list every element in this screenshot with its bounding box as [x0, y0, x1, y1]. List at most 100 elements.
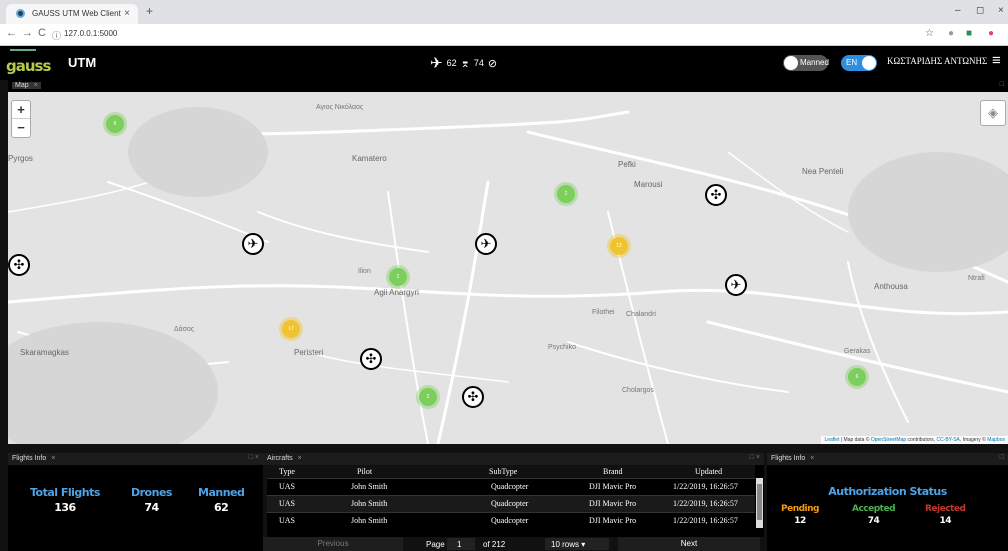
next-button[interactable]: Next — [618, 537, 760, 551]
cell-updated: 1/22/2019, 16:26:57 — [655, 511, 755, 529]
flight-cluster[interactable]: 17 — [282, 320, 300, 338]
layers-icon[interactable]: ◈ — [980, 100, 1006, 126]
table-scrollbar[interactable] — [756, 478, 763, 528]
cc-link[interactable]: CC-BY-SA — [936, 437, 959, 443]
back-icon[interactable]: ← — [6, 27, 17, 39]
user-name[interactable]: ΚΩΣΤΑΡΙΔΗΣ ΑΝΤΩΝΗΣ — [887, 56, 987, 66]
zoom-out-button[interactable]: − — [12, 119, 30, 137]
manned-label: Manned — [198, 486, 245, 499]
browser-tab-title: GAUSS UTM Web Client — [32, 9, 121, 18]
reload-icon[interactable]: C — [38, 27, 46, 39]
flights-info-controls[interactable]: □ × — [249, 454, 259, 461]
place-label: Ntrafi — [968, 275, 985, 282]
manned-toggle[interactable]: Manned — [783, 55, 829, 71]
app-title: UTM — [68, 55, 97, 70]
flights-info-tab[interactable]: Flights Info — [12, 455, 46, 462]
scrollbar-thumb[interactable] — [757, 484, 762, 520]
hamburger-menu-icon[interactable]: ≡ — [992, 52, 1001, 69]
aircrafts-close-icon[interactable]: × — [298, 455, 302, 462]
attribution-text: | Map data © — [839, 437, 871, 443]
new-tab-button[interactable]: + — [146, 4, 153, 18]
language-toggle[interactable]: EN — [841, 55, 877, 71]
flight-cluster[interactable]: 2 — [557, 185, 575, 203]
column-header[interactable]: Brand — [555, 465, 655, 478]
leaflet-link[interactable]: Leaflet — [824, 437, 839, 443]
attribution-text: , Imagery © — [959, 437, 988, 443]
cell-updated: 1/22/2019, 16:26:57 — [655, 477, 755, 495]
info-icon[interactable]: ⓘ — [52, 29, 61, 42]
place-label: Marousi — [634, 180, 663, 189]
drone-marker-icon[interactable]: ✣ — [360, 348, 382, 370]
map-roads — [8, 107, 1008, 444]
close-window-icon[interactable]: × — [998, 5, 1004, 16]
flight-cluster[interactable]: 6 — [848, 368, 866, 386]
manned-toggle-label: Manned — [800, 58, 829, 67]
column-header[interactable]: Pilot — [327, 465, 437, 478]
aircrafts-controls[interactable]: □ × — [750, 454, 760, 461]
map-tab[interactable]: Map × — [12, 82, 41, 89]
place-label: Pefki — [618, 160, 636, 169]
flights-info-close-icon[interactable]: × — [51, 455, 55, 462]
table-row[interactable]: UAS John Smith Quadcopter DJI Mavic Pro … — [267, 494, 755, 512]
extension-green-icon[interactable]: ■ — [966, 28, 972, 39]
airplane-marker-icon[interactable]: ✈ — [242, 233, 264, 255]
auth-info-tab[interactable]: Flights Info — [771, 455, 805, 462]
zoom-in-button[interactable]: + — [12, 101, 30, 119]
manned-value: 62 — [214, 501, 229, 514]
map-panel-maximize-icon[interactable]: □ — [1000, 81, 1004, 88]
cell-type: UAS — [267, 477, 327, 495]
table-row[interactable]: UAS John Smith Quadcopter DJI Mavic Pro … — [267, 477, 755, 495]
place-label: Psychiko — [548, 344, 577, 351]
page-input[interactable]: 1 — [447, 538, 475, 550]
bookmark-star-icon[interactable]: ☆ — [925, 28, 934, 39]
authorization-title: Authorization Status — [828, 485, 947, 498]
aircrafts-tab[interactable]: Aircrafts — [267, 455, 293, 462]
maximize-icon[interactable]: ◻ — [976, 5, 984, 16]
flight-cluster[interactable]: 2 — [419, 388, 437, 406]
column-header[interactable]: Updated — [655, 465, 755, 478]
pending-value: 12 — [794, 516, 806, 526]
browser-tab[interactable]: GAUSS UTM Web Client × — [6, 4, 138, 24]
place-label: Skaramagkas — [20, 348, 69, 357]
extension-icon[interactable]: ● — [948, 28, 954, 39]
place-label: Δάσος — [174, 326, 195, 333]
column-header[interactable]: Type — [267, 465, 327, 478]
osm-link[interactable]: OpenStreetMap — [871, 437, 906, 443]
rows-per-page-value: 10 rows — [551, 540, 580, 549]
drone-marker-icon[interactable]: ✣ — [462, 386, 484, 408]
flight-cluster[interactable]: 6 — [106, 115, 124, 133]
column-header[interactable]: SubType — [437, 465, 555, 478]
table-row[interactable]: UAS John Smith Quadcopter DJI Mavic Pro … — [267, 511, 755, 529]
rejected-value: 14 — [939, 516, 951, 526]
flight-cluster[interactable]: 12 — [610, 237, 628, 255]
flight-cluster[interactable]: 2 — [389, 268, 407, 286]
address-bar: ← → C ⓘ 127.0.0.1:5000 ☆ ● ■ ● — [0, 24, 1008, 46]
flight-stats: ✈ 62 ⌆ 74 ⊘ — [430, 54, 497, 72]
rejected-label: Rejected — [925, 504, 966, 514]
map-view[interactable]: + − ◈ Αγιος Νικόλαος Kamatero Pefki Maro… — [8, 92, 1008, 444]
rows-per-page-select[interactable]: 10 rows ▾ — [545, 538, 609, 550]
map-tab-close-icon[interactable]: × — [34, 82, 38, 89]
manned-count: 62 — [446, 58, 457, 68]
airplane-marker-icon[interactable]: ✈ — [725, 274, 747, 296]
drones-label: Drones — [131, 486, 172, 499]
close-tab-icon[interactable]: × — [124, 8, 130, 19]
browser-tab-strip: GAUSS UTM Web Client × + – ◻ × — [0, 0, 1008, 24]
manned-stat: Manned 62 — [198, 486, 245, 514]
url-field[interactable]: 127.0.0.1:5000 — [64, 29, 117, 38]
app-header: gauss UTM ✈ 62 ⌆ 74 ⊘ Manned EN ΚΩΣΤΑΡΙΔ… — [0, 46, 1008, 80]
auth-info-maximize-icon[interactable]: □ — [1000, 454, 1004, 461]
auth-info-close-icon[interactable]: × — [810, 455, 814, 462]
drone-marker-icon[interactable]: ✣ — [8, 254, 30, 276]
cell-pilot: John Smith — [327, 511, 437, 529]
minimize-icon[interactable]: – — [955, 5, 961, 16]
drone-marker-icon[interactable]: ✣ — [705, 184, 727, 206]
drones-count: 74 — [473, 58, 484, 68]
forward-icon[interactable]: → — [22, 27, 33, 39]
previous-button[interactable]: Previous — [263, 537, 403, 551]
airplane-marker-icon[interactable]: ✈ — [475, 233, 497, 255]
drone-icon: ⌆ — [460, 57, 470, 70]
place-label: Ilion — [358, 268, 371, 275]
profile-avatar-icon[interactable]: ● — [988, 28, 994, 39]
mapbox-link[interactable]: Mapbox — [987, 437, 1005, 443]
